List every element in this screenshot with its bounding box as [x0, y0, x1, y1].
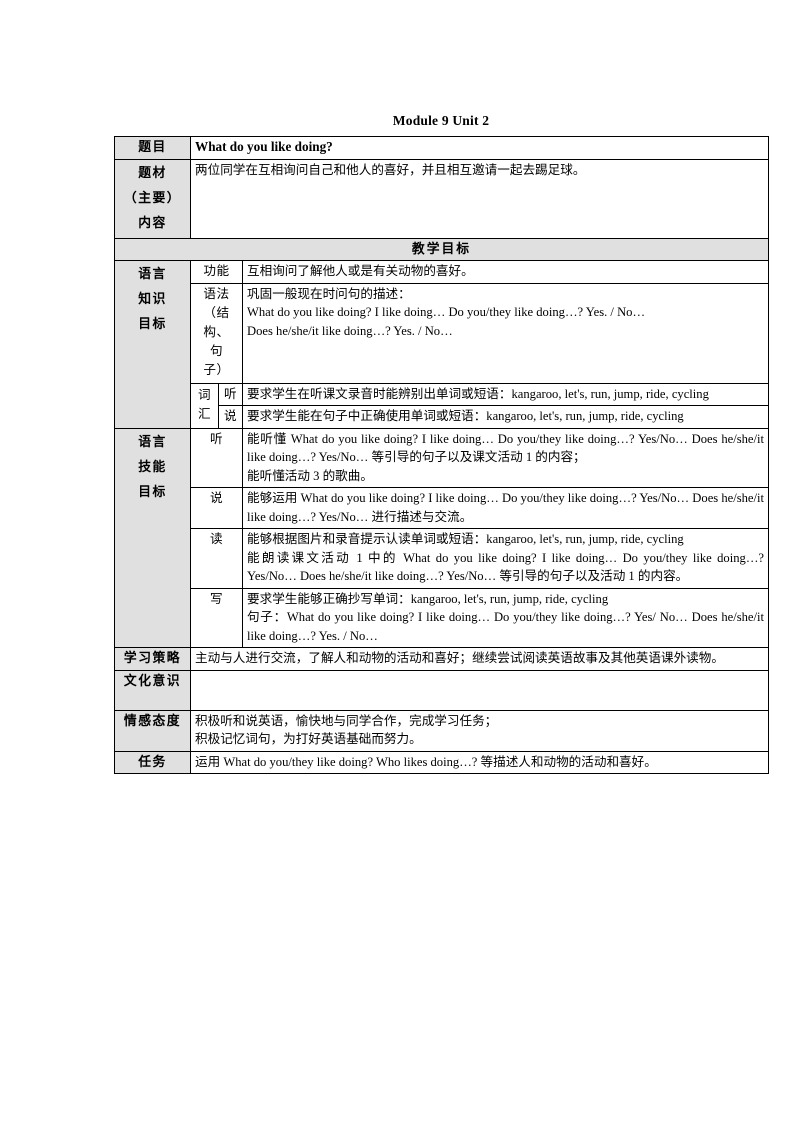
row-label-material-line-3: 内容 [138, 215, 167, 230]
row-label-topic: 题目 [114, 136, 191, 160]
row-value-skills-listen-line-1: 能听懂 What do you like doing? I like doing… [247, 431, 765, 465]
sub-label-vocabulary-speak: 说 [218, 405, 243, 429]
row-label-language-knowledge-line-1: 语言 [138, 267, 167, 281]
row-value-task: 运用 What do you/they like doing? Who like… [189, 750, 770, 774]
row-value-vocabulary-listen: 要求学生在听课文录音时能辨别出单词或短语：kangaroo, let's, ru… [241, 382, 770, 406]
table-row-topic: 题目 What do you like doing? [114, 136, 770, 160]
row-value-emotional-attitude-line-1: 积极听和说英语，愉快地与同学合作，完成学习任务； [195, 713, 498, 728]
sub-label-grammar: 语法 （结 构、 句 子） [190, 282, 243, 384]
table-row-skills-listen: 语言 技能 目标 听 能听懂 What do you like doing? I… [114, 427, 770, 648]
row-label-language-knowledge: 语言 知识 目标 [114, 260, 191, 429]
row-value-function: 互相询问了解他人或是有关动物的喜好。 [241, 260, 770, 284]
row-label-task: 任务 [114, 750, 191, 774]
table-row-teaching-goals-header: 教学目标 [113, 237, 770, 261]
lesson-plan-table: 题目 What do you like doing? 题材 （主要） 内容 两位… [113, 136, 770, 774]
sub-label-grammar-line-1: 语法 [203, 286, 230, 301]
document-page: Module 9 Unit 2 题目 What do you like doin… [0, 0, 794, 1123]
row-value-skills-write-line-1: 要求学生能够正确抄写单词：kangaroo, let's, run, jump,… [247, 591, 609, 606]
sub-label-skills-listen: 听 [190, 427, 243, 488]
sub-label-vocabulary-line-1: 词 [197, 388, 212, 402]
row-label-emotional-attitude: 情感态度 [114, 709, 191, 752]
row-value-grammar-line-2: What do you like doing? I like doing… Do… [247, 305, 646, 319]
row-label-language-skills-line-2: 技能 [138, 459, 167, 474]
row-value-emotional-attitude: 积极听和说英语，愉快地与同学合作，完成学习任务； 积极记忆词句，为打好英语基础而… [189, 709, 770, 752]
sub-label-grammar-line-5: 子） [203, 362, 230, 377]
row-label-material-line-2: （主要） [123, 190, 182, 205]
table-row-skills-write: 写 要求学生能够正确抄写单词：kangaroo, let's, run, jum… [115, 587, 770, 648]
row-value-topic: What do you like doing? [189, 136, 770, 160]
sub-label-vocabulary-line-2: 汇 [197, 407, 212, 421]
row-value-learning-strategy: 主动与人进行交流，了解人和动物的活动和喜好；继续尝试阅读英语故事及其他英语课外读… [189, 647, 770, 671]
table-row-emotional-attitude: 情感态度 积极听和说英语，愉快地与同学合作，完成学习任务； 积极记忆词句，为打好… [114, 709, 770, 752]
row-label-language-knowledge-line-2: 知识 [138, 292, 167, 306]
row-label-material: 题材 （主要） 内容 [114, 158, 191, 239]
sub-label-skills-read: 读 [190, 528, 243, 589]
table-row-task: 任务 运用 What do you/they like doing? Who l… [114, 750, 770, 774]
sub-label-grammar-line-2: （结 [203, 305, 230, 320]
row-label-material-line-1: 题材 [138, 165, 167, 180]
table-row-knowledge-function: 语言 知识 目标 功能 互相询问了解他人或是有关动物的喜好。 [114, 260, 770, 429]
sub-label-skills-write: 写 [190, 587, 243, 648]
table-row-learning-strategy: 学习策略 主动与人进行交流，了解人和动物的活动和喜好；继续尝试阅读英语故事及其他… [114, 647, 770, 671]
section-header-teaching-goals: 教学目标 [113, 237, 770, 261]
sub-label-vocabulary: 词 汇 [190, 382, 219, 429]
table-row-knowledge-vocab-listen: 词 汇 听 要求学生在听课文录音时能辨别出单词或短语：kangaroo, let… [115, 382, 770, 429]
table-row-skills-speak: 说 能够运用 What do you like doing? I like do… [115, 487, 770, 529]
row-value-skills-write: 要求学生能够正确抄写单词：kangaroo, let's, run, jump,… [241, 587, 770, 648]
sub-label-skills-speak: 说 [190, 487, 243, 529]
row-label-learning-strategy: 学习策略 [114, 647, 191, 671]
row-value-vocabulary-speak: 要求学生能在句子中正确使用单词或短语：kangaroo, let's, run,… [241, 405, 770, 429]
row-label-language-skills-line-3: 目标 [138, 484, 167, 499]
row-value-skills-read: 能够根据图片和录音提示认读单词或短语：kangaroo, let's, run,… [241, 528, 770, 589]
row-label-language-knowledge-line-3: 目标 [138, 317, 167, 331]
table-row-skills-read: 读 能够根据图片和录音提示认读单词或短语：kangaroo, let's, ru… [115, 528, 770, 589]
row-label-language-skills-line-1: 语言 [138, 434, 167, 449]
row-value-skills-read-line-2: 能朗读课文活动 1 中的 What do you like doing? I l… [247, 550, 765, 584]
row-value-skills-write-line-2: 句子：What do you like doing? I like doing…… [247, 610, 765, 643]
table-row-knowledge-grammar: 语法 （结 构、 句 子） 巩固一般现在时问句的描述： What do you … [115, 282, 770, 384]
row-value-skills-listen-line-2: 能听懂活动 3 的歌曲。 [247, 468, 373, 483]
row-value-material: 两位同学在互相询问自己和他人的喜好，并且相互邀请一起去踢足球。 [189, 158, 770, 239]
row-value-skills-speak-line-1: 能够运用 What do you like doing? I like doin… [247, 491, 765, 524]
sub-label-vocabulary-listen: 听 [218, 382, 243, 406]
row-value-emotional-attitude-line-2: 积极记忆词句，为打好英语基础而努力。 [195, 732, 422, 746]
sub-label-grammar-line-3: 构、 [203, 324, 230, 339]
row-value-skills-speak: 能够运用 What do you like doing? I like doin… [241, 487, 770, 529]
table-row-material: 题材 （主要） 内容 两位同学在互相询问自己和他人的喜好，并且相互邀请一起去踢足… [114, 158, 770, 239]
row-value-skills-read-line-1: 能够根据图片和录音提示认读单词或短语：kangaroo, let's, run,… [247, 532, 684, 546]
sub-label-grammar-line-4: 句 [209, 343, 224, 358]
row-label-language-skills: 语言 技能 目标 [114, 427, 191, 648]
table-row-cultural-awareness: 文化意识 [114, 669, 770, 711]
row-value-grammar-line-1: 巩固一般现在时问句的描述： [247, 286, 411, 301]
sub-label-function: 功能 [190, 260, 243, 284]
row-value-cultural-awareness [189, 669, 770, 711]
row-value-skills-listen: 能听懂 What do you like doing? I like doing… [241, 427, 770, 488]
row-label-cultural-awareness: 文化意识 [114, 669, 191, 711]
row-value-grammar: 巩固一般现在时问句的描述： What do you like doing? I … [241, 282, 770, 384]
page-title: Module 9 Unit 2 [392, 113, 490, 128]
row-value-grammar-line-3: Does he/she/it like doing…? Yes. / No… [247, 323, 453, 338]
